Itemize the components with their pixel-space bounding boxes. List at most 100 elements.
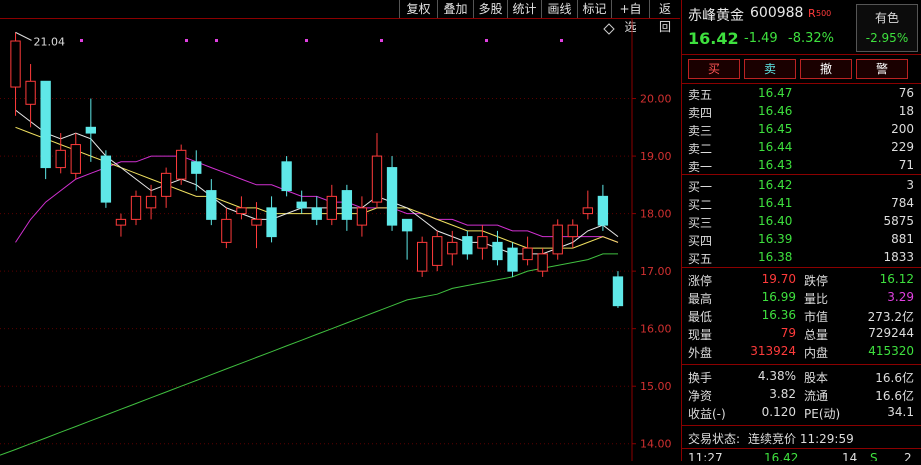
bid-row[interactable]: 买一 16.42 3 xyxy=(682,177,921,195)
candle[interactable] xyxy=(612,271,624,308)
candle[interactable] xyxy=(145,184,157,220)
toolbar-mark-button[interactable]: 标记 xyxy=(577,0,611,18)
kline-chart[interactable]: 20.00 19.00 18.00 17.00 16.00 15.00 14.00 21.04 xyxy=(0,18,680,461)
candle[interactable] xyxy=(432,230,443,272)
fund-row-eps: 收益(-) 0.120 PE(动) 34.1 xyxy=(682,404,921,422)
bid-price: 16.42 xyxy=(758,178,793,192)
candle[interactable] xyxy=(176,144,187,185)
candle[interactable] xyxy=(582,190,593,220)
bid-price: 16.41 xyxy=(758,196,793,210)
low-value: 16.36 xyxy=(761,308,796,322)
candle[interactable] xyxy=(160,167,172,208)
toolbar-draw-button[interactable]: 画线 xyxy=(541,0,577,18)
candle[interactable] xyxy=(311,196,322,226)
bid-price: 16.40 xyxy=(758,214,793,228)
pe-value: 34.1 xyxy=(887,405,914,419)
candle[interactable] xyxy=(130,190,142,226)
inner-disk-value: 415320 xyxy=(868,344,914,358)
toolbar-stats-button[interactable]: 统计 xyxy=(507,0,541,18)
candle[interactable] xyxy=(492,230,503,266)
ask-volume: 71 xyxy=(898,158,914,172)
candle-body xyxy=(356,207,368,226)
toolbar-back-button[interactable]: 返回 xyxy=(649,0,680,34)
ask-volume: 200 xyxy=(891,122,914,136)
bid-row[interactable]: 买四 16.39 881 xyxy=(682,231,921,249)
candle-body xyxy=(115,218,127,226)
candle[interactable] xyxy=(356,196,368,237)
sell-button[interactable]: 卖 xyxy=(744,59,796,79)
toolbar-multistock-button[interactable]: 多股 xyxy=(473,0,507,18)
price-axis-label: 20.00 xyxy=(640,93,672,106)
candle[interactable] xyxy=(597,184,609,231)
inner-disk-label: 内盘 xyxy=(804,346,829,360)
candle[interactable] xyxy=(266,196,277,243)
candle[interactable] xyxy=(447,230,458,266)
sector-name: 有色 xyxy=(874,11,899,25)
stock-tag-sub: 500 xyxy=(816,9,832,18)
candle[interactable] xyxy=(552,219,563,260)
candle[interactable] xyxy=(115,213,127,237)
bid-volume: 784 xyxy=(891,196,914,210)
candle-body xyxy=(401,218,413,232)
candle-body xyxy=(492,241,503,261)
price-axis-label: 17.00 xyxy=(640,265,672,278)
ask-row[interactable]: 卖五 16.47 76 xyxy=(682,85,921,103)
candle-body xyxy=(326,195,337,220)
ask-row[interactable]: 卖三 16.45 200 xyxy=(682,121,921,139)
candle[interactable] xyxy=(341,184,353,231)
candle[interactable] xyxy=(416,236,428,277)
candle[interactable] xyxy=(85,98,97,162)
ask-row[interactable]: 卖一 16.43 71 xyxy=(682,157,921,175)
fund-row-netasset: 净资 3.82 流通 16.6亿 xyxy=(682,386,921,404)
candle[interactable] xyxy=(296,190,307,214)
kline-svg[interactable]: 20.00 19.00 18.00 17.00 16.00 15.00 14.00 21.04 xyxy=(0,18,680,461)
candle[interactable] xyxy=(462,230,473,260)
event-marker xyxy=(560,39,563,42)
bid-row[interactable]: 买五 16.38 1833 xyxy=(682,249,921,267)
current-volume-label: 现量 xyxy=(688,328,713,342)
candle[interactable] xyxy=(507,242,518,277)
candle[interactable] xyxy=(55,133,66,174)
candle[interactable] xyxy=(100,150,112,208)
market-cap-value: 273.2亿 xyxy=(867,310,914,324)
alert-button[interactable]: 警 xyxy=(856,59,908,79)
candle-body xyxy=(221,218,232,243)
price-change: -1.49 xyxy=(744,31,778,46)
candle[interactable] xyxy=(206,179,217,226)
candle[interactable] xyxy=(25,64,36,128)
candle[interactable] xyxy=(221,207,232,249)
toolbar-overlay-button[interactable]: 叠加 xyxy=(437,0,473,18)
buy-button[interactable]: 买 xyxy=(688,59,740,79)
quote-panel: 赤峰黄金 600988 R 500 有色 -2.95% 16.42 -1.49 … xyxy=(681,0,921,461)
candle-body xyxy=(311,207,322,220)
candle-body xyxy=(582,207,593,215)
ask-row[interactable]: 卖四 16.46 18 xyxy=(682,103,921,121)
candle[interactable] xyxy=(70,133,81,180)
candle[interactable] xyxy=(236,196,247,220)
candle-body xyxy=(296,201,307,209)
candle[interactable] xyxy=(477,225,488,260)
toolbar-add-watchlist-button[interactable]: +自选 xyxy=(611,0,649,34)
candle[interactable] xyxy=(10,32,21,116)
candle-body xyxy=(281,161,292,192)
bid-price: 16.38 xyxy=(758,250,793,264)
toolbar-fuquan-button[interactable]: 复权 xyxy=(399,0,437,18)
candle[interactable] xyxy=(281,156,292,197)
candle-body xyxy=(537,253,548,272)
candle[interactable] xyxy=(40,80,51,180)
candle[interactable] xyxy=(371,133,383,208)
ask-label: 卖三 xyxy=(688,124,713,138)
candle[interactable] xyxy=(401,218,413,260)
candle[interactable] xyxy=(386,156,398,231)
candle[interactable] xyxy=(326,184,337,226)
total-volume-label: 总量 xyxy=(804,328,829,342)
ask-row[interactable]: 卖二 16.44 229 xyxy=(682,139,921,157)
candle[interactable] xyxy=(522,236,533,266)
cancel-button[interactable]: 撤 xyxy=(800,59,852,79)
bid-row[interactable]: 买三 16.40 5875 xyxy=(682,213,921,231)
candle-body xyxy=(597,195,609,226)
bid-row[interactable]: 买二 16.41 784 xyxy=(682,195,921,213)
price-change-pct: -8.32% xyxy=(788,31,834,46)
diamond-icon xyxy=(603,23,615,35)
event-marker xyxy=(485,39,488,42)
